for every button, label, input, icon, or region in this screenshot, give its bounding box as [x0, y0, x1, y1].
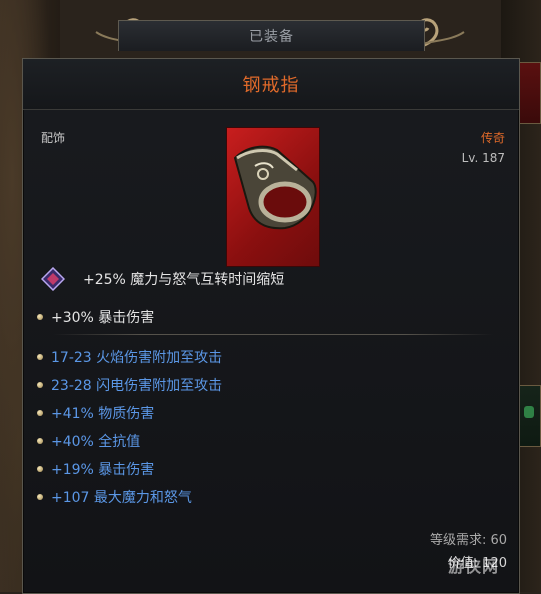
divider [53, 334, 493, 335]
bullet-icon [37, 354, 43, 360]
watermark-logo: 游侠网 [447, 557, 499, 576]
bullet-icon [37, 410, 43, 416]
item-art [226, 127, 320, 267]
item-title-bar: 钢戒指 [23, 59, 519, 110]
side-equipment-slot[interactable] [517, 385, 541, 447]
bullet-icon [37, 494, 43, 500]
affix-row: +19% 暴击伤害 [37, 459, 154, 479]
affix-row: +107 最大魔力和怒气 [37, 487, 192, 507]
gem-affix-text: +25% 魔力与怒气互转时间缩短 [83, 272, 285, 288]
affix-text: +40% 全抗值 [51, 434, 141, 450]
bullet-icon [37, 382, 43, 388]
equipped-tab-label: 已装备 [249, 29, 294, 45]
side-equipment-slot[interactable] [517, 62, 541, 124]
ring-icon [233, 145, 317, 230]
item-name: 钢戒指 [242, 75, 300, 96]
item-level: Lv. 187 [461, 151, 505, 165]
implicit-row: +30% 暴击伤害 [37, 307, 154, 327]
implicit-text: +30% 暴击伤害 [51, 310, 155, 326]
affix-row: 23-28 闪电伤害附加至攻击 [37, 375, 222, 395]
affix-text: +107 最大魔力和怒气 [51, 490, 192, 506]
bullet-icon [37, 438, 43, 444]
level-requirement: 等级需求: 60 [429, 533, 507, 548]
affix-text: 23-28 闪电伤害附加至攻击 [51, 378, 223, 394]
affix-row: +40% 全抗值 [37, 431, 140, 451]
gem-affix-row: +25% 魔力与怒气互转时间缩短 [41, 267, 284, 291]
bullet-icon [37, 314, 43, 320]
affix-text: +41% 物质伤害 [51, 406, 155, 422]
item-category: 配饰 [41, 131, 66, 145]
item-tooltip-panel: 钢戒指 配饰 传奇 Lv. 187 +25% 魔力与怒气互转时间缩短 +30% … [22, 58, 520, 594]
equipped-tab[interactable]: 已装备 [118, 20, 425, 51]
bullet-icon [37, 466, 43, 472]
affix-row: +41% 物质伤害 [37, 403, 154, 423]
affix-text: +19% 暴击伤害 [51, 462, 155, 478]
affix-text: 17-23 火焰伤害附加至攻击 [51, 350, 223, 366]
item-rarity: 传奇 [480, 131, 505, 145]
gem-icon [41, 267, 65, 291]
affix-row: 17-23 火焰伤害附加至攻击 [37, 347, 222, 367]
